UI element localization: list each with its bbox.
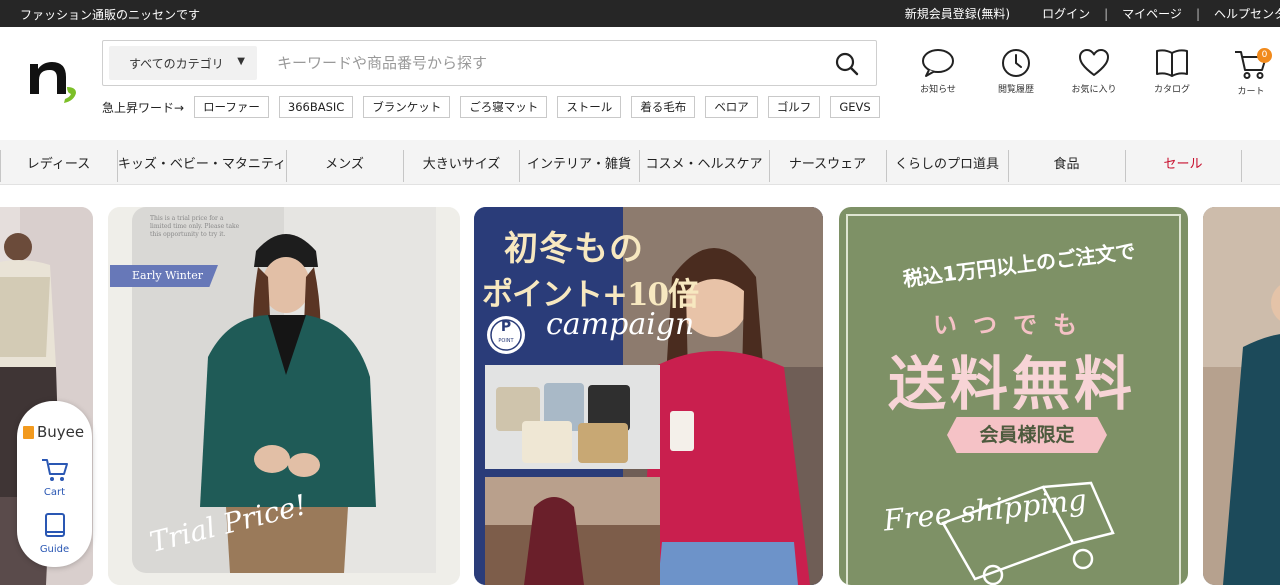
banner-point-campaign[interactable]: 初冬もの ポイント+10倍 campaign P POINT xyxy=(474,207,823,585)
favorites-button[interactable]: お気に入り xyxy=(1064,48,1124,98)
trending-chip[interactable]: GEVS xyxy=(830,96,880,118)
mypage-link[interactable]: マイページ xyxy=(1122,5,1182,22)
trending-chip[interactable]: ごろ寝マット xyxy=(460,96,548,118)
chat-bubble-icon xyxy=(922,49,954,77)
point-badge-letter: P xyxy=(500,319,512,335)
site-logo[interactable] xyxy=(24,50,80,104)
point-badge-text: POINT xyxy=(498,338,514,344)
notifications-button[interactable]: お知らせ xyxy=(908,48,968,98)
trending-chip[interactable]: 着る毛布 xyxy=(631,96,696,118)
banner-trial-price[interactable]: This is a trial price for a limited time… xyxy=(108,207,460,585)
search-icon xyxy=(835,52,859,76)
buyee-brand: Buyee xyxy=(37,423,85,441)
banner-free-shipping[interactable]: 税込1万円以上のご注文で いつでも 送料無料 会員様限定 Free shippi… xyxy=(839,207,1188,585)
nav-nurse-wear[interactable]: ナースウェア xyxy=(769,140,886,185)
search-input[interactable] xyxy=(275,49,815,77)
favorites-label: お気に入り xyxy=(1071,85,1117,95)
cart-button[interactable]: 0 カート xyxy=(1221,48,1280,98)
nav-interior-goods[interactable]: インテリア・雑貨 xyxy=(519,140,639,185)
trending-chip[interactable]: ゴルフ xyxy=(767,96,821,118)
top-bar: ファッション通販のニッセンです 新規会員登録(無料) | ログイン | マイペー… xyxy=(0,0,1280,27)
category-select-label: すべてのカテゴリ xyxy=(129,56,224,71)
campaign-script: campaign xyxy=(546,307,695,342)
trial-small-print: This is a trial price for a limited time… xyxy=(150,215,240,238)
cart-label: カート xyxy=(1237,87,1265,97)
nav-large-sizes[interactable]: 大きいサイズ xyxy=(403,140,520,185)
trending-chip[interactable]: ベロア xyxy=(705,96,758,118)
nav-ladies[interactable]: レディース xyxy=(0,140,117,185)
buyee-cart-label: Cart xyxy=(43,487,66,498)
banner-partial-right[interactable] xyxy=(1203,207,1280,585)
free-shipping-headline: 送料無料 xyxy=(887,350,1136,418)
cart-count-badge: 0 xyxy=(1257,48,1272,63)
campaign-title-line1: 初冬もの xyxy=(504,229,644,269)
heart-icon xyxy=(1079,49,1109,76)
buyee-bag-icon xyxy=(23,425,34,439)
book-icon xyxy=(1156,49,1188,77)
nav-pro-tools[interactable]: くらしのプロ道具 xyxy=(886,140,1008,185)
buyee-guide-label: Guide xyxy=(39,544,70,555)
history-button[interactable]: 閲覧履歴 xyxy=(986,48,1046,98)
catalog-label: カタログ xyxy=(1153,85,1190,95)
help-center-link[interactable]: ヘルプセンター xyxy=(1214,5,1280,22)
search-box: すべてのカテゴリ ▼ xyxy=(102,40,877,86)
trending-chip[interactable]: 366BASIC xyxy=(278,96,354,118)
buyee-cart-button[interactable]: Cart xyxy=(17,457,92,498)
separator: | xyxy=(1104,6,1109,21)
category-nav: レディース キッズ・ベビー・マタニティ メンズ 大きいサイズ インテリア・雑貨 … xyxy=(0,140,1280,185)
trending-chip[interactable]: ローファー xyxy=(194,96,269,118)
category-select[interactable]: すべてのカテゴリ ▼ xyxy=(109,46,257,80)
history-label: 閲覧履歴 xyxy=(997,85,1034,95)
top-links: 新規会員登録(無料) | ログイン | マイページ | ヘルプセンター xyxy=(905,0,1280,27)
guide-book-icon xyxy=(44,513,65,537)
trending-label: 急上昇ワード→ xyxy=(102,100,185,115)
buyee-logo[interactable]: Buyee xyxy=(23,423,84,441)
trending-chip[interactable]: ブランケット xyxy=(363,96,451,118)
buyee-widget: Buyee Cart Guide xyxy=(17,401,92,567)
nav-sale[interactable]: セール xyxy=(1125,140,1241,185)
notifications-label: お知らせ xyxy=(920,85,956,95)
banner-photo xyxy=(1203,207,1280,585)
separator: | xyxy=(1195,6,1200,21)
buyee-guide-button[interactable]: Guide xyxy=(17,512,92,555)
nav-food[interactable]: 食品 xyxy=(1008,140,1125,185)
members-only-ribbon: 会員様限定 xyxy=(947,417,1107,453)
trending-chip[interactable]: ストール xyxy=(557,96,622,118)
shipping-always: いつでも xyxy=(933,311,1093,339)
login-link[interactable]: ログイン xyxy=(1042,5,1090,22)
site-tagline: ファッション通販のニッセンです xyxy=(20,8,201,22)
chevron-down-icon: ▼ xyxy=(237,56,245,67)
nav-kids-baby-maternity[interactable]: キッズ・ベビー・マタニティ xyxy=(117,140,287,185)
nav-divider xyxy=(1241,150,1242,182)
register-link[interactable]: 新規会員登録(無料) xyxy=(905,5,1010,22)
clock-icon xyxy=(1002,49,1030,77)
cart-icon xyxy=(41,459,68,481)
catalog-button[interactable]: カタログ xyxy=(1142,48,1202,98)
search-button[interactable] xyxy=(834,51,860,77)
early-winter-tag: Early Winter xyxy=(110,265,218,287)
nav-mens[interactable]: メンズ xyxy=(286,140,403,185)
trending-keywords: 急上昇ワード→ ローファー 366BASIC ブランケット ごろ寝マット ストー… xyxy=(102,96,890,118)
nav-cosmetics-health[interactable]: コスメ・ヘルスケア xyxy=(639,140,769,185)
